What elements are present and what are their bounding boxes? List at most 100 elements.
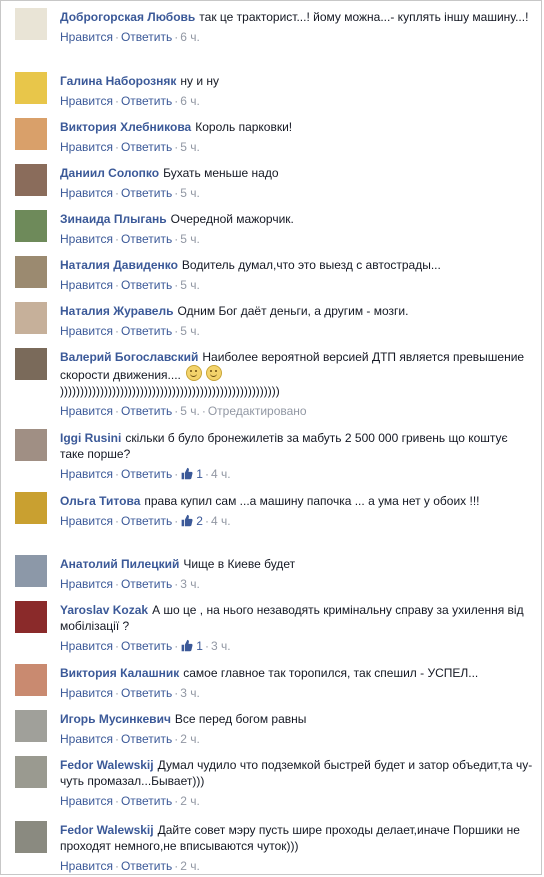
like-link[interactable]: Нравится <box>60 577 113 591</box>
avatar[interactable] <box>15 118 47 150</box>
reply-link[interactable]: Ответить <box>121 639 172 653</box>
comment-author[interactable]: Yaroslav Kozak <box>60 603 148 617</box>
comment-author[interactable]: Fedor Walewskij <box>60 758 154 772</box>
edited-label[interactable]: Отредактировано <box>208 404 307 418</box>
comment-author[interactable]: Ольга Титова <box>60 494 140 508</box>
like-link[interactable]: Нравится <box>60 514 113 528</box>
comment-item: Виктория Калашник самое главное так тороп… <box>15 664 535 701</box>
avatar[interactable] <box>15 348 47 380</box>
comment-timestamp[interactable]: 5 ч. <box>180 232 200 246</box>
avatar[interactable] <box>15 492 47 524</box>
comment-item: Игорь Мусинкевич Все перед богом равны Нр… <box>15 710 535 747</box>
avatar[interactable] <box>15 164 47 196</box>
comment-author[interactable]: Анатолий Пилецкий <box>60 557 179 571</box>
comment-timestamp[interactable]: 4 ч. <box>211 514 231 528</box>
like-link[interactable]: Нравится <box>60 639 113 653</box>
comment-timestamp[interactable]: 4 ч. <box>211 467 231 481</box>
avatar[interactable] <box>15 8 47 40</box>
comment-timestamp[interactable]: 6 ч. <box>180 94 200 108</box>
like-count[interactable]: 2 <box>180 513 203 531</box>
thumbs-up-icon <box>180 639 193 656</box>
comment-text: Все перед богом равны <box>174 712 307 726</box>
thumbs-up-icon <box>180 467 193 484</box>
avatar[interactable] <box>15 601 47 633</box>
comment-timestamp[interactable]: 6 ч. <box>180 30 200 44</box>
comment-timestamp[interactable]: 5 ч. <box>180 324 200 338</box>
comment-author[interactable]: Игорь Мусинкевич <box>60 712 171 726</box>
like-link[interactable]: Нравится <box>60 232 113 246</box>
comment-timestamp[interactable]: 2 ч. <box>180 732 200 746</box>
smiley-icon <box>206 365 223 381</box>
avatar[interactable] <box>15 302 47 334</box>
avatar[interactable] <box>15 555 47 587</box>
avatar[interactable] <box>15 664 47 696</box>
like-link[interactable]: Нравится <box>60 732 113 746</box>
comment-item: Iggi Rusini скільки б було бронежилетів з… <box>15 429 535 484</box>
reply-link[interactable]: Ответить <box>121 794 172 808</box>
comment-text: Водитель думал,что это выезд с автострад… <box>181 258 441 272</box>
comment-text: права купил сам ...а машину папочка ... … <box>144 494 480 508</box>
like-count-value: 1 <box>196 467 203 481</box>
comment-item: Ольга Титова права купил сам ...а машину … <box>15 492 535 531</box>
reply-link[interactable]: Ответить <box>121 732 172 746</box>
comment-author[interactable]: Валерий Богославский <box>60 350 198 364</box>
comment-author[interactable]: Виктория Хлебникова <box>60 120 191 134</box>
reply-link[interactable]: Ответить <box>121 278 172 292</box>
like-link[interactable]: Нравится <box>60 324 113 338</box>
reply-link[interactable]: Ответить <box>121 140 172 154</box>
reply-link[interactable]: Ответить <box>121 94 172 108</box>
avatar[interactable] <box>15 429 47 461</box>
comment-text: Король парковки! <box>195 120 293 134</box>
like-link[interactable]: Нравится <box>60 278 113 292</box>
reply-link[interactable]: Ответить <box>121 232 172 246</box>
comment-author[interactable]: Доброгорская Любовь <box>60 10 195 24</box>
reply-link[interactable]: Ответить <box>121 686 172 700</box>
comment-timestamp[interactable]: 2 ч. <box>180 794 200 808</box>
like-link[interactable]: Нравится <box>60 794 113 808</box>
like-link[interactable]: Нравится <box>60 140 113 154</box>
like-count-value: 1 <box>196 639 203 653</box>
comment-author[interactable]: Iggi Rusini <box>60 431 121 445</box>
reply-link[interactable]: Ответить <box>121 324 172 338</box>
reply-link[interactable]: Ответить <box>121 514 172 528</box>
avatar[interactable] <box>15 710 47 742</box>
like-count[interactable]: 1 <box>180 638 203 656</box>
comment-author[interactable]: Виктория Калашник <box>60 666 179 680</box>
comment-author[interactable]: Даниил Солопко <box>60 166 159 180</box>
like-link[interactable]: Нравится <box>60 404 113 418</box>
reply-link[interactable]: Ответить <box>121 404 172 418</box>
like-link[interactable]: Нравится <box>60 686 113 700</box>
avatar[interactable] <box>15 210 47 242</box>
reply-link[interactable]: Ответить <box>121 859 172 873</box>
reply-link[interactable]: Ответить <box>121 30 172 44</box>
like-link[interactable]: Нравится <box>60 94 113 108</box>
comment-timestamp[interactable]: 2 ч. <box>180 859 200 873</box>
avatar[interactable] <box>15 821 47 853</box>
avatar[interactable] <box>15 256 47 288</box>
like-link[interactable]: Нравится <box>60 186 113 200</box>
comment-timestamp[interactable]: 5 ч. <box>180 404 200 418</box>
like-link[interactable]: Нравится <box>60 467 113 481</box>
reply-link[interactable]: Ответить <box>121 577 172 591</box>
comment-item: Даниил Солопко Бухать меньше надо Нравитс… <box>15 164 535 201</box>
avatar[interactable] <box>15 72 47 104</box>
comment-author[interactable]: Fedor Walewskij <box>60 823 154 837</box>
like-link[interactable]: Нравится <box>60 30 113 44</box>
comment-author[interactable]: Зинаида Плыгань <box>60 212 167 226</box>
comment-timestamp[interactable]: 3 ч. <box>211 639 231 653</box>
comment-author[interactable]: Наталия Журавель <box>60 304 173 318</box>
comment-item: Галина Наборозняк ну и ну Нравится · Ответи… <box>15 72 535 109</box>
comment-text-continued: ))))))))))))))))))))))))))))))))))))))))… <box>60 384 280 398</box>
comment-timestamp[interactable]: 5 ч. <box>180 140 200 154</box>
comment-author[interactable]: Наталия Давиденко <box>60 258 178 272</box>
comment-timestamp[interactable]: 5 ч. <box>180 278 200 292</box>
avatar[interactable] <box>15 756 47 788</box>
like-link[interactable]: Нравится <box>60 859 113 873</box>
comment-timestamp[interactable]: 3 ч. <box>180 686 200 700</box>
comment-timestamp[interactable]: 3 ч. <box>180 577 200 591</box>
like-count[interactable]: 1 <box>180 466 203 484</box>
reply-link[interactable]: Ответить <box>121 467 172 481</box>
reply-link[interactable]: Ответить <box>121 186 172 200</box>
comment-author[interactable]: Галина Наборозняк <box>60 74 176 88</box>
comment-timestamp[interactable]: 5 ч. <box>180 186 200 200</box>
